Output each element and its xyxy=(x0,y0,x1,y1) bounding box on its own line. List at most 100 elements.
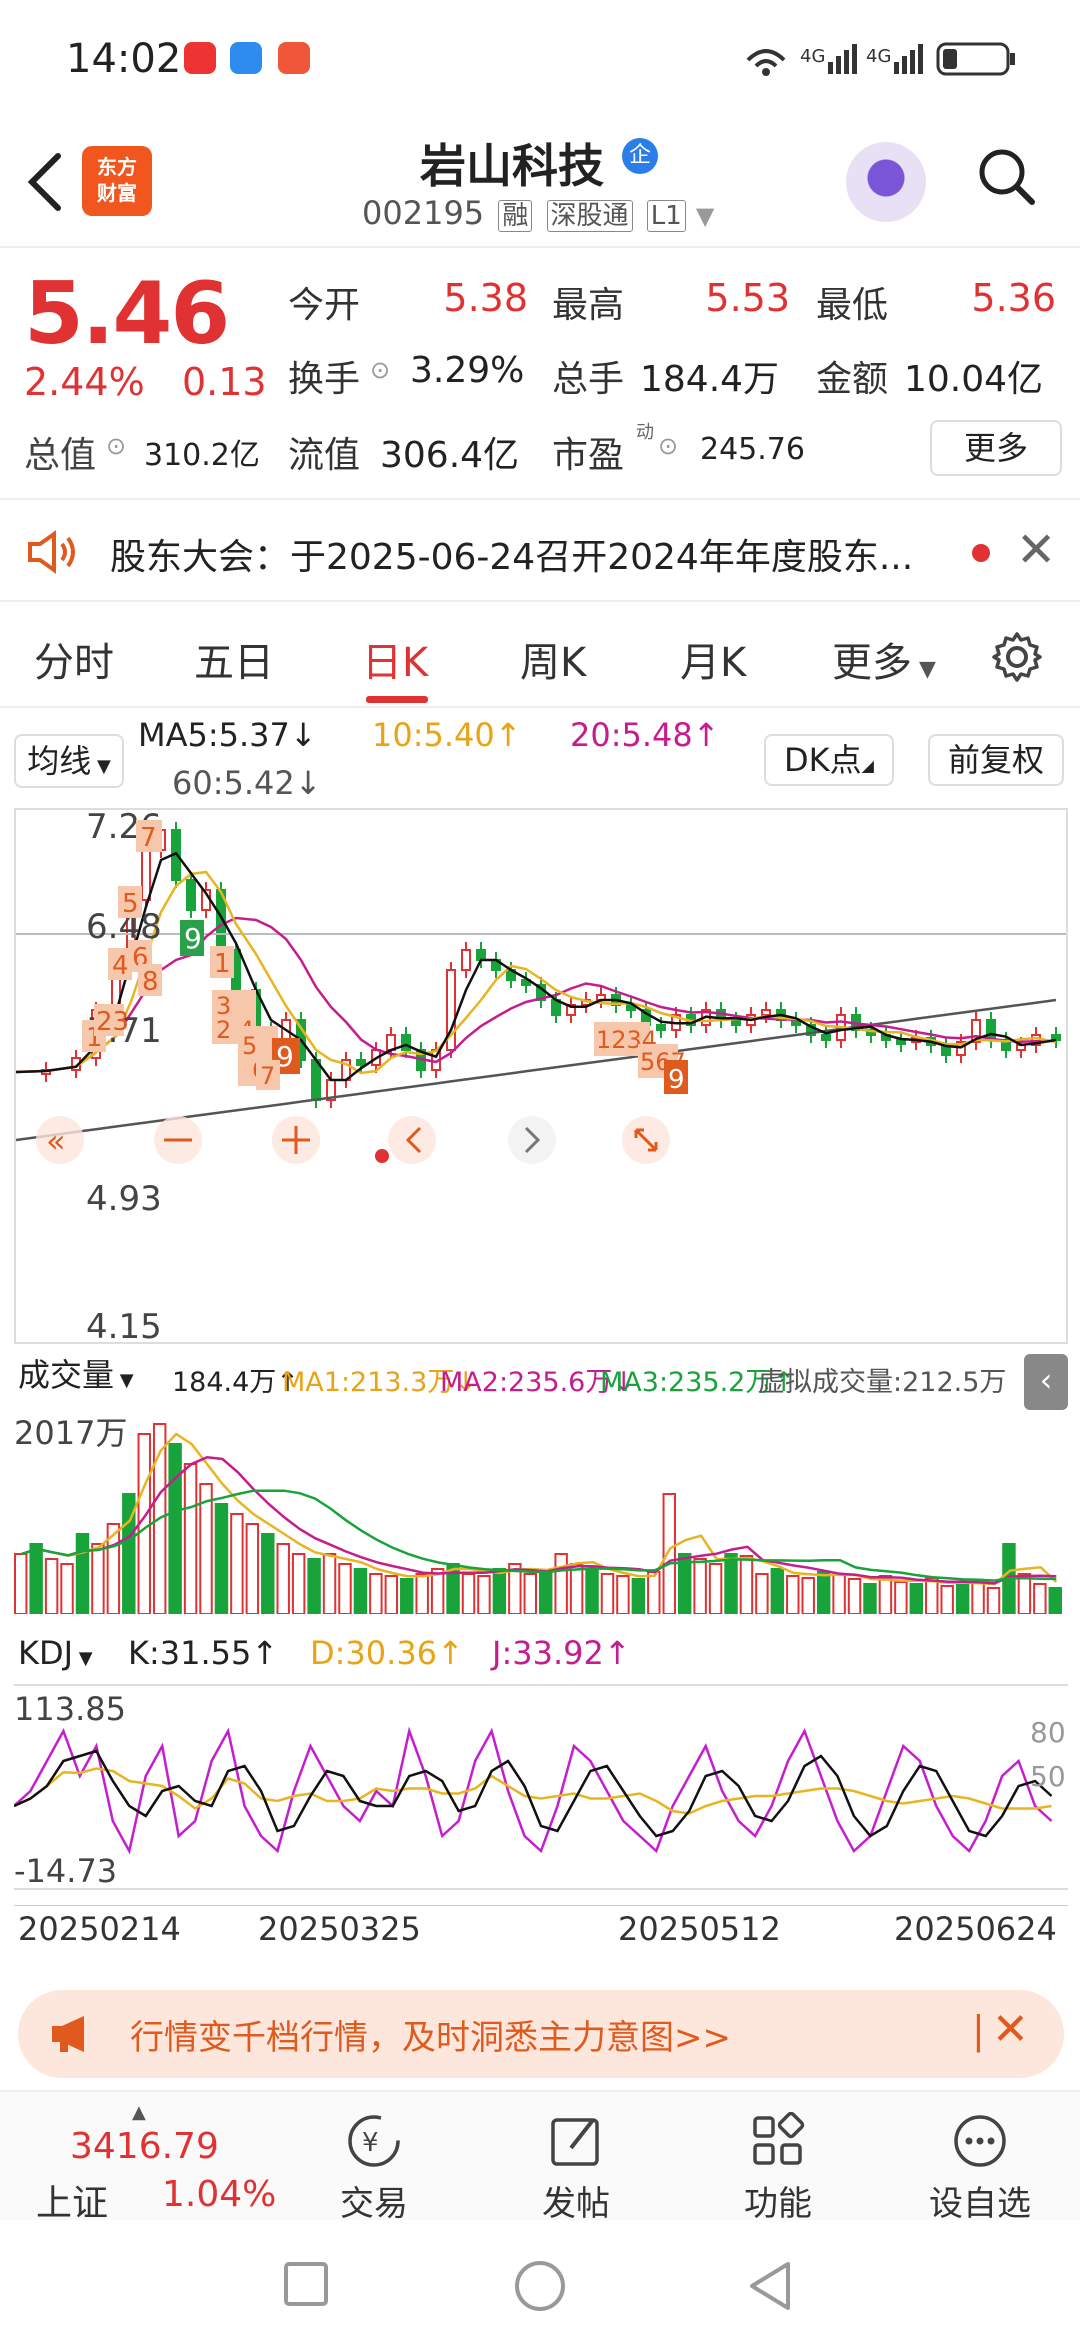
kline-chart[interactable]: 7.26 6.48 5.71 4.93 4.15 7 9 5 4 6 8 1 2… xyxy=(14,807,1068,1347)
volume-bar xyxy=(786,1575,800,1614)
tab-5day[interactable]: 五日 xyxy=(194,630,274,688)
nav-trade[interactable]: ¥ 交易 xyxy=(294,2112,454,2225)
date-ticks xyxy=(14,1896,1068,1906)
assistant-avatar[interactable] xyxy=(846,142,926,222)
tab-intraday[interactable]: 分时 xyxy=(34,630,114,688)
app-icon-cloud xyxy=(230,42,262,74)
index-percent: 1.04% xyxy=(162,2174,277,2215)
volume-bar xyxy=(739,1555,754,1614)
recent-apps-icon[interactable] xyxy=(282,2260,332,2310)
volume-bar xyxy=(616,1575,630,1614)
back-icon[interactable] xyxy=(744,2258,796,2314)
volume-bar xyxy=(400,1578,414,1614)
volume-bar xyxy=(44,1558,59,1614)
volume-bar xyxy=(261,1533,275,1614)
megaphone-icon xyxy=(52,2016,84,2052)
nav-post[interactable]: 发帖 xyxy=(496,2112,656,2225)
date-axis: 20250214 20250325 20250512 20250624 xyxy=(14,1896,1068,1948)
volume-bar xyxy=(384,1575,399,1614)
trade-icon: ¥ xyxy=(348,2115,400,2167)
svg-text:4G: 4G xyxy=(866,46,891,67)
volume-bar xyxy=(986,1587,1001,1614)
volume-bar xyxy=(971,1579,985,1614)
close-icon[interactable]: ✕ xyxy=(992,2004,1029,2055)
volume-bar xyxy=(539,1571,553,1614)
pe-dynamic-mark: 动 xyxy=(636,422,654,443)
close-icon[interactable]: ✕ xyxy=(1016,522,1056,578)
more-button[interactable]: 更多 xyxy=(930,420,1062,476)
corner-triangle-icon: ◢ xyxy=(861,756,874,775)
date-label: 20250325 xyxy=(258,1910,421,1948)
volume-bar xyxy=(14,1553,28,1614)
app-icon-huawei xyxy=(184,42,216,74)
tab-more[interactable]: 更多 ▼ xyxy=(832,630,936,688)
tab-daily-k[interactable]: 日K xyxy=(362,630,428,688)
low-label: 最低 xyxy=(816,285,889,326)
kdj-select[interactable]: KDJ ▼ xyxy=(14,1630,122,1680)
promo-text: 行情变千档行情，及时洞悉主力意图>> xyxy=(130,2018,731,2058)
gear-icon[interactable] xyxy=(990,630,1044,684)
home-icon[interactable] xyxy=(512,2258,568,2314)
info-icon[interactable]: ⊙ xyxy=(370,356,390,384)
nav-functions[interactable]: 功能 xyxy=(698,2112,858,2225)
adjust-select[interactable]: 前复权 xyxy=(928,734,1064,786)
kdj-y-min: -14.73 xyxy=(14,1852,117,1890)
kdj-level-80: 80 xyxy=(1030,1716,1066,1749)
promo-banner[interactable]: 行情变千档行情，及时洞悉主力意图>> | ✕ xyxy=(18,1990,1064,2078)
high-label: 最高 xyxy=(552,285,625,326)
volume-bar xyxy=(183,1463,198,1614)
volume-bar xyxy=(832,1573,846,1614)
volume-bar xyxy=(492,1568,507,1614)
kdj-k: K:31.55↑ xyxy=(128,1634,279,1672)
ma-select[interactable]: 均线 ▼ xyxy=(14,734,124,788)
volume-select[interactable]: 成交量 ▼ xyxy=(14,1352,164,1402)
chevron-left-icon[interactable] xyxy=(22,150,66,214)
y-axis-low: 4.15 xyxy=(86,1307,162,1342)
volume-bar xyxy=(894,1581,908,1614)
volume-bar xyxy=(230,1513,244,1614)
dk-point-button[interactable]: DK点◢ xyxy=(764,734,894,786)
volume-bar xyxy=(708,1563,723,1614)
notice-bar[interactable]: 股东大会：于2025-06-24召开2024年年度股东... ✕ xyxy=(0,502,1080,602)
stock-code-row[interactable]: 002195 融 深股通 L1 ▼ xyxy=(362,194,714,232)
unread-dot xyxy=(972,544,990,562)
index-ticker[interactable]: ▲ 3416.79 上证 1.04% xyxy=(22,2102,276,2224)
svg-text:7: 7 xyxy=(140,823,157,853)
volume-panel[interactable]: 成交量 ▼ 184.4万↑ MA1:213.3万↓ MA2:235.6万↓ MA… xyxy=(14,1350,1068,1616)
collapse-arrow-icon[interactable]: ‹ xyxy=(1024,1354,1068,1410)
volume-bar xyxy=(816,1571,831,1614)
float-mv-label: 流值 xyxy=(288,435,361,476)
last-price: 5.46 xyxy=(24,264,230,364)
volume-bar xyxy=(477,1575,491,1614)
divider: | xyxy=(972,2008,985,2052)
stock-header: 东方财富 岩山科技 企 002195 融 深股通 L1 ▼ xyxy=(0,120,1080,248)
ma20-value: 20:5.48↑ xyxy=(570,716,720,754)
y-axis-mid3: 4.93 xyxy=(86,1179,162,1219)
volume-bar xyxy=(955,1583,970,1614)
volume-bar xyxy=(245,1523,260,1614)
app-logo[interactable]: 东方财富 xyxy=(82,146,152,216)
dropdown-triangle-icon: ▼ xyxy=(114,1370,134,1391)
pe-value: 245.76 xyxy=(700,432,805,467)
volume-bar xyxy=(1033,1583,1047,1614)
grid-icon xyxy=(753,2112,805,2165)
svg-text:9: 9 xyxy=(184,922,202,955)
enterprise-badge: 企 xyxy=(622,138,658,174)
nav-add-watchlist[interactable]: 设自选 xyxy=(900,2112,1060,2225)
tab-monthly-k[interactable]: 月K xyxy=(680,630,746,688)
info-icon[interactable]: ⊙ xyxy=(106,432,126,460)
candle xyxy=(821,1034,831,1041)
volume-bar xyxy=(801,1577,815,1614)
dropdown-triangle-icon: ▼ xyxy=(91,756,111,777)
kdj-select-label: KDJ xyxy=(18,1634,74,1672)
tab-weekly-k[interactable]: 周K xyxy=(520,630,586,688)
info-icon[interactable]: ⊙ xyxy=(658,432,678,460)
speaker-icon xyxy=(28,530,75,574)
kdj-panel[interactable]: KDJ ▼ K:31.55↑ D:30.36↑ J:33.92↑ 113.85 … xyxy=(14,1624,1068,1894)
volume-bar xyxy=(75,1533,90,1614)
status-icons: 4G 4G xyxy=(746,42,1015,76)
volume-bar xyxy=(755,1573,769,1614)
change-percent: 2.44% xyxy=(24,360,145,404)
more-dots-icon xyxy=(954,2115,1006,2167)
search-icon[interactable] xyxy=(976,146,1036,206)
